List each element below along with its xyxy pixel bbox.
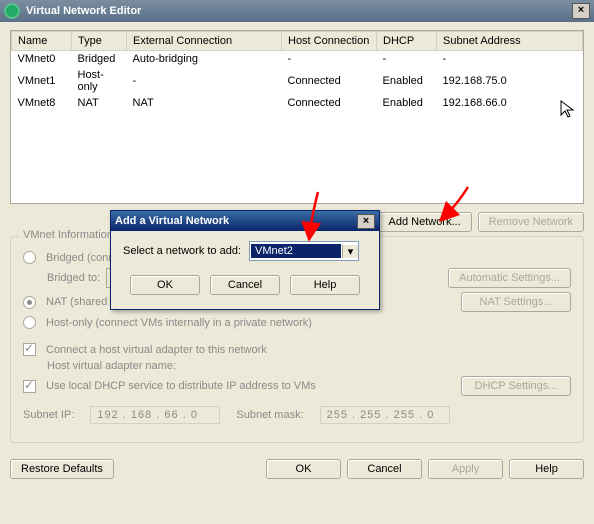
remove-network-button: Remove Network — [478, 212, 584, 232]
add-network-dialog: Add a Virtual Network × Select a network… — [110, 210, 380, 310]
nat-radio[interactable] — [23, 296, 36, 309]
close-icon[interactable]: × — [572, 3, 590, 19]
restore-defaults-button[interactable]: Restore Defaults — [10, 459, 114, 479]
table-header-row: Name Type External Connection Host Conne… — [12, 32, 583, 51]
adapter-name-row: Host virtual adapter name: — [23, 360, 571, 372]
adapter-name-label: Host virtual adapter name: — [47, 360, 176, 372]
hostonly-radio[interactable] — [23, 316, 36, 329]
network-table: Name Type External Connection Host Conne… — [10, 30, 584, 204]
table-row[interactable]: VMnet8 NAT NAT Connected Enabled 192.168… — [12, 95, 583, 111]
hostonly-radio-row: Host-only (connect VMs internally in a p… — [23, 316, 571, 329]
network-select-dropdown[interactable]: VMnet2 ▾ — [249, 241, 359, 261]
connect-adapter-label: Connect a host virtual adapter to this n… — [46, 344, 267, 356]
modal-help-button[interactable]: Help — [290, 275, 360, 295]
chevron-down-icon: ▾ — [342, 245, 358, 258]
table-row[interactable]: VMnet1 Host-only - Connected Enabled 192… — [12, 67, 583, 95]
apply-button: Apply — [428, 459, 503, 479]
modal-ok-button[interactable]: OK — [130, 275, 200, 295]
cancel-button[interactable]: Cancel — [347, 459, 422, 479]
help-button[interactable]: Help — [509, 459, 584, 479]
window-title: Virtual Network Editor — [26, 5, 572, 17]
bridged-to-label: Bridged to: — [47, 272, 100, 284]
group-legend: VMnet Information — [19, 229, 117, 241]
modal-cancel-button[interactable]: Cancel — [210, 275, 280, 295]
dhcp-row: Use local DHCP service to distribute IP … — [23, 376, 571, 396]
add-network-button[interactable]: Add Network... — [378, 212, 472, 232]
modal-label: Select a network to add: — [123, 245, 241, 257]
col-type[interactable]: Type — [72, 32, 127, 51]
dhcp-settings-button: DHCP Settings... — [461, 376, 571, 396]
col-host[interactable]: Host Connection — [282, 32, 377, 51]
modal-close-icon[interactable]: × — [357, 214, 375, 229]
col-name[interactable]: Name — [12, 32, 72, 51]
bridged-radio[interactable] — [23, 251, 36, 264]
connect-adapter-row: Connect a host virtual adapter to this n… — [23, 343, 571, 356]
app-icon — [4, 3, 20, 19]
network-select-value: VMnet2 — [251, 244, 341, 258]
cursor-icon — [560, 100, 576, 125]
dhcp-label: Use local DHCP service to distribute IP … — [46, 380, 316, 392]
modal-titlebar: Add a Virtual Network × — [111, 211, 379, 231]
col-dhcp[interactable]: DHCP — [377, 32, 437, 51]
subnet-ip-field[interactable]: 192 . 168 . 66 . 0 — [90, 406, 220, 424]
titlebar: Virtual Network Editor × — [0, 0, 594, 22]
dhcp-checkbox[interactable] — [23, 380, 36, 393]
connect-adapter-checkbox[interactable] — [23, 343, 36, 356]
automatic-settings-button: Automatic Settings... — [448, 268, 571, 288]
ok-button[interactable]: OK — [266, 459, 341, 479]
nat-settings-button: NAT Settings... — [461, 292, 571, 312]
col-external[interactable]: External Connection — [127, 32, 282, 51]
subnet-ip-label: Subnet IP: — [23, 409, 74, 421]
table-row[interactable]: VMnet0 Bridged Auto-bridging - - - — [12, 51, 583, 68]
col-subnet[interactable]: Subnet Address — [437, 32, 583, 51]
subnet-mask-field[interactable]: 255 . 255 . 255 . 0 — [320, 406, 450, 424]
modal-title: Add a Virtual Network — [115, 215, 229, 227]
hostonly-label: Host-only (connect VMs internally in a p… — [46, 317, 312, 329]
dialog-buttons: Restore Defaults OK Cancel Apply Help — [0, 451, 594, 487]
subnet-mask-label: Subnet mask: — [236, 409, 303, 421]
